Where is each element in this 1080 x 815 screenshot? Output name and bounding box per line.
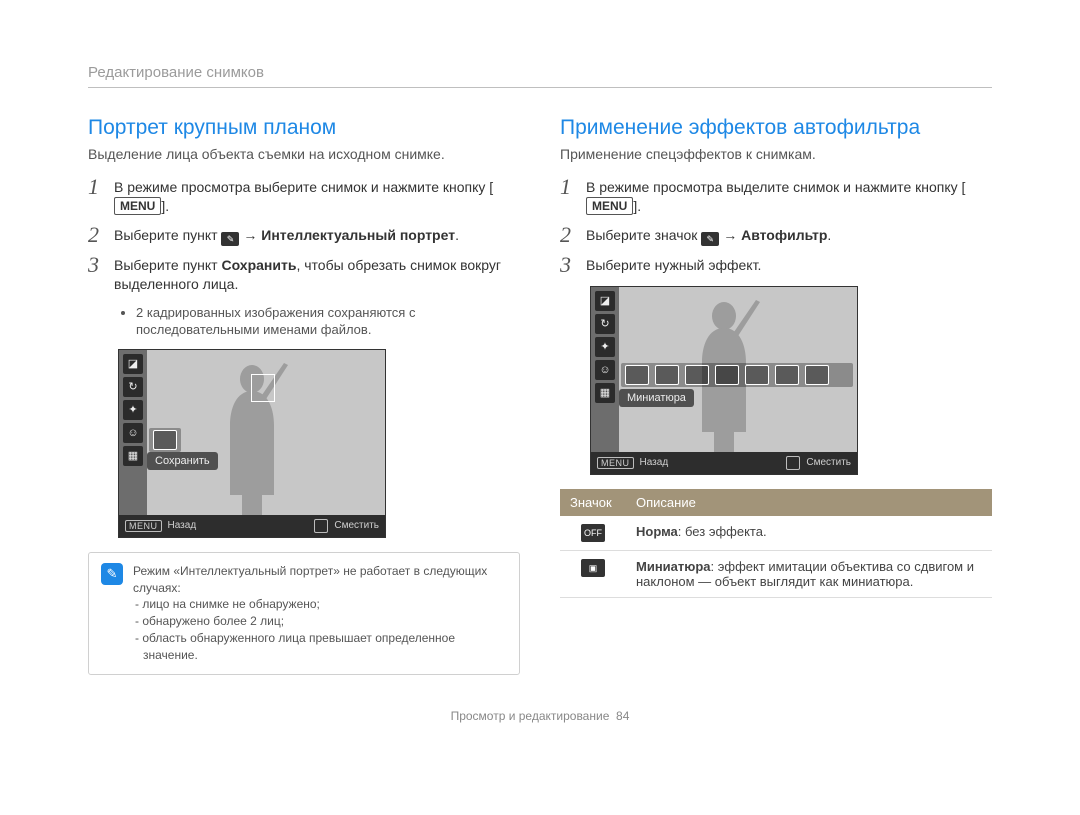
- note-item: - область обнаруженного лица превышает о…: [133, 630, 507, 664]
- note-body: Режим «Интеллектуальный портрет» не рабо…: [133, 563, 507, 664]
- option-chip: [775, 365, 799, 385]
- table-row: OFF Норма: без эффекта.: [560, 516, 992, 551]
- note-item: - лицо на снимке не обнаружено;: [133, 596, 507, 613]
- right-steps: 1 В режиме просмотра выделите снимок и н…: [560, 176, 992, 276]
- left-steps: 1 В режиме просмотра выберите снимок и н…: [88, 176, 520, 294]
- dpad-icon: [314, 519, 328, 533]
- edit-tools-icon: ✎: [701, 232, 719, 246]
- footer-page-number: 84: [616, 709, 629, 723]
- right-section-title: Применение эффектов автофильтра: [560, 116, 992, 140]
- menu-tag-icon: MENU: [125, 520, 162, 532]
- step-number: 2: [88, 224, 114, 246]
- option-chip: [625, 365, 649, 385]
- table-head-desc: Описание: [626, 489, 992, 516]
- left-sub-bullets: 2 кадрированных изображения сохраняются …: [88, 304, 520, 339]
- norm-icon: OFF: [581, 524, 605, 542]
- screen-icon-toolbar: ◪ ↻ ✦ ☺ ▦: [591, 287, 619, 452]
- left-column: Портрет крупным планом Выделение лица об…: [88, 116, 520, 675]
- option-bubble: Миниатюра: [619, 389, 694, 407]
- contrast-icon: ◪: [595, 291, 615, 311]
- step-number: 2: [560, 224, 586, 246]
- step-text: В режиме просмотра выберите снимок и наж…: [114, 176, 520, 216]
- portrait-icon: ☺: [595, 360, 615, 380]
- step-text: Выберите значок ✎ → Автофильтр.: [586, 224, 831, 246]
- table-head-icon: Значок: [560, 489, 626, 516]
- contrast-icon: ◪: [123, 354, 143, 374]
- rotate-icon: ↻: [595, 314, 615, 334]
- info-icon: ✎: [101, 563, 123, 585]
- option-bubble: Сохранить: [147, 452, 218, 470]
- option-chip: [655, 365, 679, 385]
- effect-icon: ✦: [123, 400, 143, 420]
- dpad-icon: [786, 456, 800, 470]
- face-detect-box: [251, 374, 275, 402]
- edit-tools-icon: ✎: [221, 232, 239, 246]
- footer-label: Просмотр и редактирование: [451, 709, 610, 723]
- left-section-title: Портрет крупным планом: [88, 116, 520, 140]
- footer-move-label: Сместить: [806, 457, 851, 468]
- effect-icon: ✦: [595, 337, 615, 357]
- step-text: В режиме просмотра выделите снимок и наж…: [586, 176, 992, 216]
- options-row: [149, 428, 181, 452]
- option-chip: [685, 365, 709, 385]
- table-cell-desc: Миниатюра: эффект имитации объектива со …: [626, 550, 992, 597]
- option-chip: [805, 365, 829, 385]
- rotate-icon: ↻: [123, 377, 143, 397]
- camera-screen-right: ◪ ↻ ✦ ☺ ▦: [590, 286, 858, 475]
- table-row: ▣ Миниатюра: эффект имитации объектива с…: [560, 550, 992, 597]
- page-footer: Просмотр и редактирование 84: [88, 709, 992, 723]
- left-section-subtitle: Выделение лица объекта съемки на исходно…: [88, 146, 520, 162]
- step-text: Выберите пункт Сохранить, чтобы обрезать…: [114, 254, 520, 294]
- miniature-icon: ▣: [581, 559, 605, 577]
- step-number: 1: [88, 176, 114, 198]
- bullet-item: 2 кадрированных изображения сохраняются …: [136, 304, 520, 339]
- step-number: 3: [560, 254, 586, 276]
- camera-footer-bar: MENU Назад Сместить: [591, 452, 857, 474]
- menu-button-label: MENU: [114, 197, 161, 215]
- right-column: Применение эффектов автофильтра Применен…: [560, 116, 992, 675]
- section-header: Редактирование снимков: [88, 64, 992, 88]
- option-chip: [153, 430, 177, 450]
- note-item: - обнаружено более 2 лиц;: [133, 613, 507, 630]
- option-chip: [745, 365, 769, 385]
- footer-back-label: Назад: [640, 457, 669, 468]
- step-text: Выберите нужный эффект.: [586, 254, 761, 275]
- screen-icon-toolbar: ◪ ↻ ✦ ☺ ▦: [119, 350, 147, 515]
- step-number: 3: [88, 254, 114, 276]
- step-text: Выберите пункт ✎ → Интеллектуальный порт…: [114, 224, 459, 246]
- effects-table: Значок Описание OFF Норма: без эффекта. …: [560, 489, 992, 598]
- menu-button-label: MENU: [586, 197, 633, 215]
- camera-footer-bar: MENU Назад Сместить: [119, 515, 385, 537]
- info-note: ✎ Режим «Интеллектуальный портрет» не ра…: [88, 552, 520, 675]
- camera-screen-left: ◪ ↻ ✦ ☺ ▦ Сохранить: [118, 349, 386, 538]
- option-chip: [715, 365, 739, 385]
- portrait-icon: ☺: [123, 423, 143, 443]
- table-cell-desc: Норма: без эффекта.: [626, 516, 992, 551]
- right-section-subtitle: Применение спецэффектов к снимкам.: [560, 146, 992, 162]
- grid-icon: ▦: [123, 446, 143, 466]
- menu-tag-icon: MENU: [597, 457, 634, 469]
- note-intro: Режим «Интеллектуальный портрет» не рабо…: [133, 563, 507, 597]
- footer-move-label: Сместить: [334, 520, 379, 531]
- step-number: 1: [560, 176, 586, 198]
- options-row: [621, 363, 853, 387]
- footer-back-label: Назад: [168, 520, 197, 531]
- grid-icon: ▦: [595, 383, 615, 403]
